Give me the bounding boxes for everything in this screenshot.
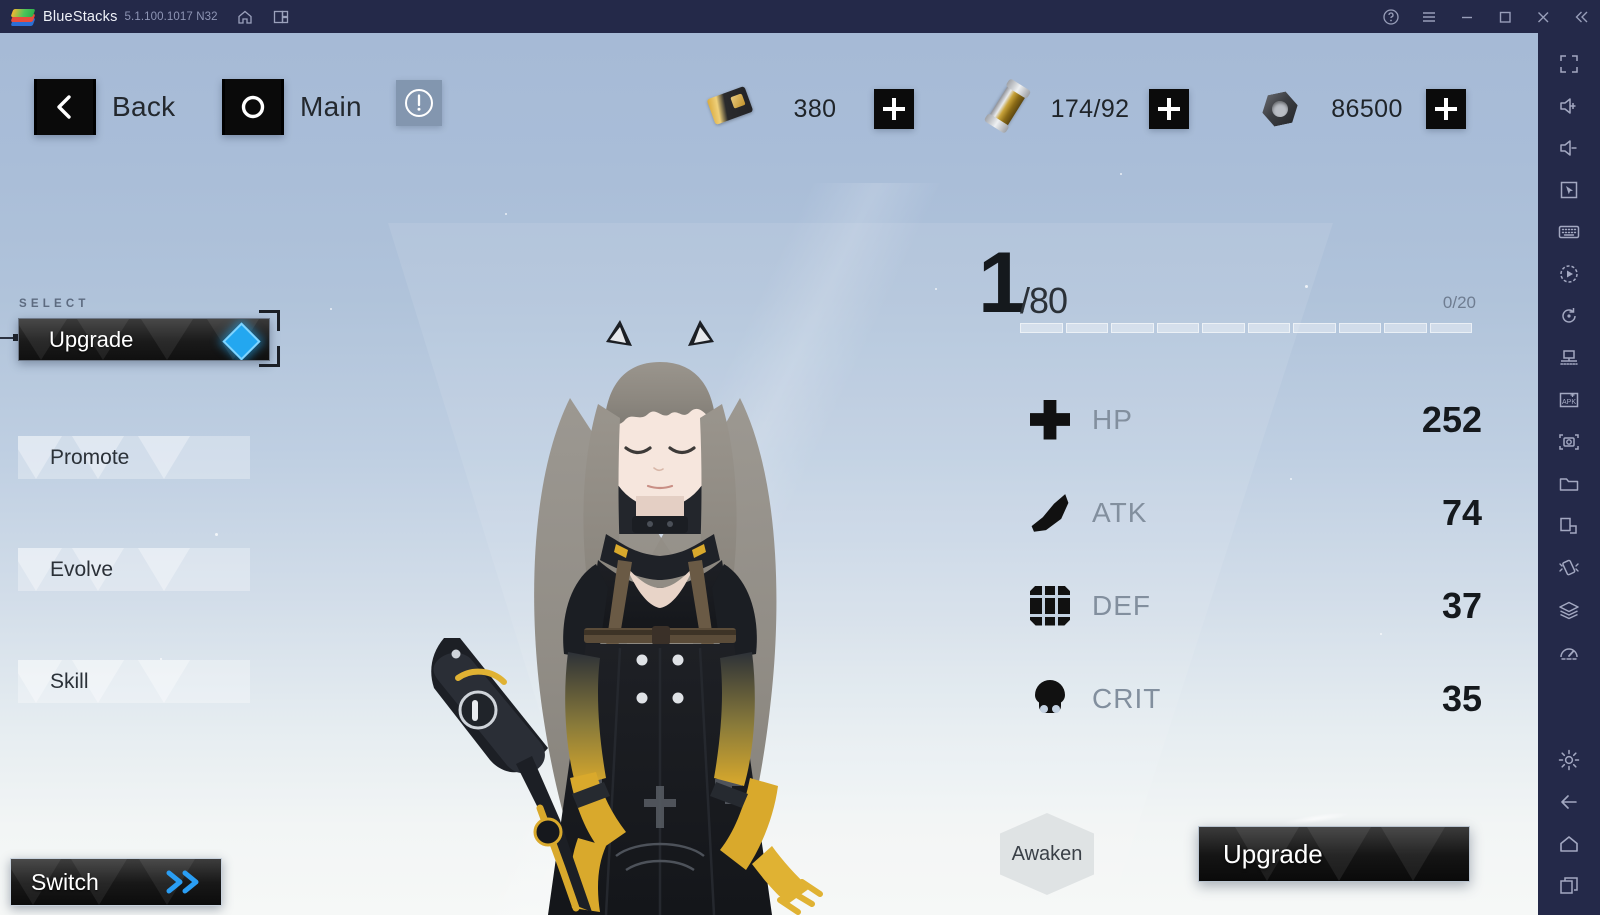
macro-record-icon[interactable] (1548, 253, 1590, 295)
app-version: 5.1.100.1017 N32 (124, 10, 218, 23)
add-card-button[interactable] (874, 89, 914, 129)
hp-cross-icon (1030, 399, 1070, 440)
chevron-left-icon (34, 79, 96, 135)
multi-instance-icon[interactable] (272, 8, 290, 26)
stat-hp-label: HP (1092, 403, 1133, 435)
layers-icon[interactable] (1548, 589, 1590, 631)
exp-text: 0/20 (1442, 293, 1476, 312)
sidebar-item-skill[interactable]: Skill (18, 660, 250, 703)
bluestacks-logo-icon (10, 7, 36, 27)
resource-gold: 86500 (1262, 83, 1466, 135)
select-label: SELECT (19, 298, 90, 310)
stat-row-hp: HP 252 (1030, 373, 1482, 466)
stat-hp-value: 252 (1421, 398, 1482, 440)
add-stamina-button[interactable] (1149, 89, 1189, 129)
sidebar-item-evolve[interactable]: Evolve (18, 548, 250, 591)
stat-atk-label: ATK (1092, 496, 1148, 528)
sidebar-item-skill-label: Skill (50, 669, 89, 693)
nut-icon (1262, 86, 1308, 132)
atk-blade-icon (1031, 494, 1069, 532)
sidebar-item-promote[interactable]: Promote (18, 436, 250, 479)
volume-down-icon[interactable] (1548, 127, 1590, 169)
performance-icon[interactable] (1548, 631, 1590, 673)
back-label: Back (112, 91, 176, 122)
copy-icon[interactable] (1548, 505, 1590, 547)
add-gold-button[interactable] (1426, 89, 1466, 129)
settings-gear-icon[interactable] (1548, 739, 1590, 781)
screenshot-icon[interactable] (1548, 421, 1590, 463)
volume-up-icon[interactable] (1548, 85, 1590, 127)
menu-icon[interactable] (1420, 8, 1438, 26)
resource-stamina-value: 174/92 (1050, 94, 1130, 123)
stat-row-crit: CRIT 35 (1030, 652, 1482, 745)
shake-icon[interactable] (1548, 547, 1590, 589)
stat-crit-value: 35 (1441, 677, 1482, 719)
multi-instance-manager-icon[interactable] (1548, 337, 1590, 379)
help-icon[interactable] (1382, 8, 1400, 26)
sidebar-item-upgrade[interactable]: Upgrade (0, 310, 280, 367)
minimize-icon[interactable] (1458, 8, 1476, 26)
switch-label: Switch (31, 868, 99, 895)
main-label: Main (300, 91, 362, 122)
android-home-icon[interactable] (1548, 823, 1590, 865)
install-apk-icon[interactable]: APK (1548, 379, 1590, 421)
level-row: 1 /80 0/20 (978, 240, 1478, 333)
app-name: BlueStacks (43, 8, 118, 25)
screen-root: BlueStacks 5.1.100.1017 N32 Back Main 38… (0, 0, 1600, 915)
def-grid-icon (1030, 585, 1070, 626)
stats-list: HP 252 ATK 74 DEF 37 CRIT 35 (1030, 373, 1482, 745)
sidebar-item-promote-label: Promote (50, 445, 130, 469)
android-recents-icon[interactable] (1548, 865, 1590, 907)
upgrade-label: Upgrade (1223, 838, 1323, 869)
home-icon[interactable] (236, 8, 254, 26)
keyboard-icon[interactable] (1548, 211, 1590, 253)
upgrade-button[interactable]: Upgrade (1198, 826, 1470, 882)
exp-bar (1020, 323, 1472, 333)
sidebar-item-upgrade-label: Upgrade (49, 326, 134, 352)
bracket-top-right (259, 310, 280, 331)
game-viewport: Back Main 380 174/92 86500 SELECT Upgrad… (0, 33, 1538, 915)
stat-atk-value: 74 (1441, 491, 1482, 533)
switch-button[interactable]: Switch (10, 858, 222, 906)
resource-stamina: 174/92 (985, 83, 1189, 135)
bluestacks-titlebar: BlueStacks 5.1.100.1017 N32 (0, 0, 1600, 33)
resource-card-value: 380 (793, 94, 837, 123)
battery-icon (985, 83, 1031, 132)
bracket-bottom-right (259, 346, 280, 367)
game-header: Back Main 380 174/92 86500 (0, 33, 1538, 151)
close-icon[interactable] (1534, 8, 1552, 26)
character-portrait (420, 308, 890, 915)
card-icon (706, 85, 756, 132)
resource-gold-value: 86500 (1331, 94, 1403, 123)
main-button[interactable]: Main (222, 79, 362, 135)
svg-text:APK: APK (1562, 399, 1576, 406)
resource-card: 380 (706, 83, 914, 135)
circle-icon (222, 79, 284, 135)
back-button[interactable]: Back (34, 79, 175, 135)
exclamation-circle-icon[interactable] (396, 80, 442, 126)
sidebar-item-evolve-label: Evolve (50, 557, 114, 581)
fullscreen-icon[interactable] (1548, 43, 1590, 85)
folder-icon[interactable] (1548, 463, 1590, 505)
cursor-icon[interactable] (1548, 169, 1590, 211)
stat-crit-label: CRIT (1092, 682, 1162, 714)
stat-def-label: DEF (1092, 589, 1151, 621)
stat-row-atk: ATK 74 (1030, 466, 1482, 559)
stat-row-def: DEF 37 (1030, 559, 1482, 652)
level-max: /80 (1020, 280, 1068, 321)
level-value: 1 (978, 235, 1026, 331)
awaken-label: Awaken (1011, 842, 1083, 865)
stat-def-value: 37 (1441, 584, 1482, 626)
maximize-icon[interactable] (1496, 8, 1514, 26)
android-back-icon[interactable] (1548, 781, 1590, 823)
double-chevron-right-icon (163, 869, 205, 900)
collapse-icon[interactable] (1572, 8, 1590, 26)
rotate-icon[interactable] (1548, 295, 1590, 337)
bluestacks-toolbar: APK (1538, 33, 1600, 915)
crit-skull-icon (1030, 679, 1070, 719)
